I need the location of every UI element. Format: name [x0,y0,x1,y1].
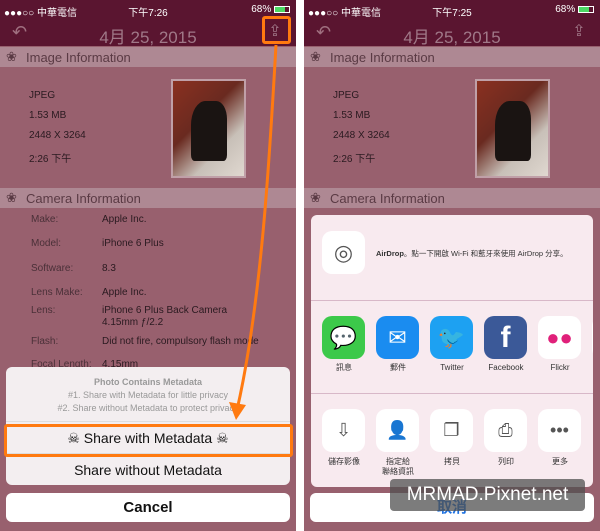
watermark: MRMAD.Pixnet.net [390,479,585,511]
annotation-arrow [229,44,278,420]
